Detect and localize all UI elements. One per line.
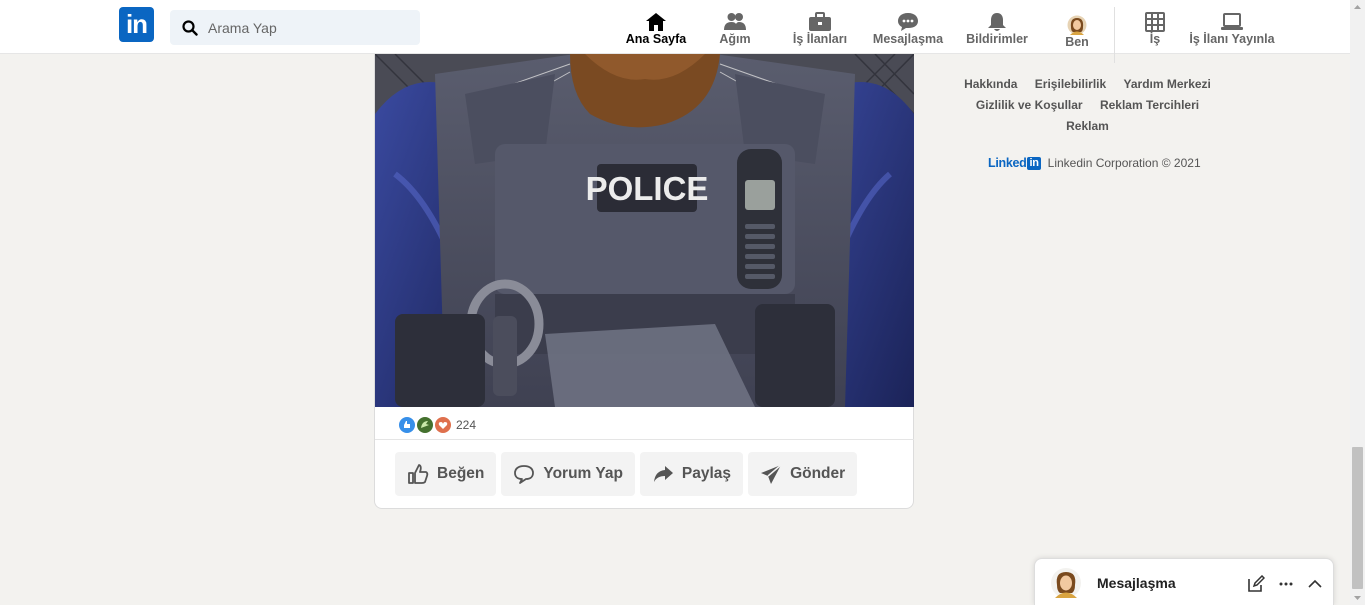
bell-icon xyxy=(988,13,1006,31)
footer-link-accessibility[interactable]: Erişilebilirlik xyxy=(1035,77,1106,91)
feed-post: POLICE 224 Beğen Yorum Yap Paylaş Gönder xyxy=(374,54,914,509)
celebrate-reaction-icon xyxy=(417,417,433,433)
nav-divider xyxy=(1114,7,1115,63)
nav-home-label: Ana Sayfa xyxy=(625,32,687,46)
nav-network[interactable]: Ağım xyxy=(712,12,758,52)
messaging-dock[interactable]: Mesajlaşma xyxy=(1034,558,1334,605)
compose-icon[interactable] xyxy=(1247,575,1265,593)
footer-link-privacy-terms[interactable]: Gizlilik ve Koşullar xyxy=(976,98,1083,112)
like-reaction-icon xyxy=(399,417,415,433)
send-icon xyxy=(761,464,782,484)
messaging-icon xyxy=(898,13,918,31)
nav-post-job-label: İş İlanı Yayınla xyxy=(1189,32,1275,46)
police-illustration: POLICE xyxy=(375,54,914,407)
post-divider xyxy=(375,439,914,440)
share-icon xyxy=(653,466,673,482)
nav-jobs-label: İş İlanları xyxy=(792,32,848,46)
nav-network-label: Ağım xyxy=(719,32,751,46)
home-icon xyxy=(646,13,666,31)
avatar xyxy=(1067,15,1087,35)
chevron-up-icon[interactable] xyxy=(1306,575,1324,593)
laptop-icon xyxy=(1221,13,1243,30)
nav-home[interactable]: Ana Sayfa xyxy=(622,12,690,52)
top-navbar: in Ana Sayfa Ağım İş İlanları xyxy=(0,0,1350,63)
nav-post-job[interactable]: İş İlanı Yayınla xyxy=(1186,12,1278,52)
footer-links: Hakkında Erişilebilirlik Yardım Merkezi … xyxy=(940,74,1235,137)
nav-work[interactable]: İş xyxy=(1140,12,1170,52)
nav-work-label: İş xyxy=(1149,32,1161,46)
footer-link-help-center[interactable]: Yardım Merkezi xyxy=(1124,77,1211,91)
reaction-count[interactable]: 224 xyxy=(456,418,476,432)
footer-link-advertising[interactable]: Reklam xyxy=(1066,119,1109,133)
like-icon xyxy=(408,464,429,484)
linkedin-logo[interactable]: in xyxy=(119,7,154,42)
briefcase-icon xyxy=(809,12,831,31)
wordmark-box: in xyxy=(1027,156,1041,170)
more-icon[interactable] xyxy=(1277,575,1295,593)
post-actions: Beğen Yorum Yap Paylaş Gönder xyxy=(395,452,862,496)
grid-icon xyxy=(1145,12,1165,32)
reactions-summary[interactable]: 224 xyxy=(399,415,476,435)
copyright-text: Linkedin Corporation © 2021 xyxy=(1047,156,1201,170)
messaging-title[interactable]: Mesajlaşma xyxy=(1097,575,1176,591)
footer-link-about[interactable]: Hakkında xyxy=(964,77,1017,91)
love-reaction-icon xyxy=(435,417,451,433)
send-button[interactable]: Gönder xyxy=(748,452,858,496)
linkedin-wordmark: Linked in xyxy=(988,156,1041,170)
police-patch-text: POLICE xyxy=(586,170,709,207)
nav-jobs[interactable]: İş İlanları xyxy=(788,12,852,52)
search-box[interactable] xyxy=(170,10,420,45)
nav-messaging[interactable]: Mesajlaşma xyxy=(870,12,946,52)
comment-icon xyxy=(514,465,535,484)
share-label: Paylaş xyxy=(681,465,732,482)
network-icon xyxy=(724,13,746,30)
post-image[interactable]: POLICE xyxy=(375,54,914,407)
like-button[interactable]: Beğen xyxy=(395,452,497,496)
nav-me-label: Ben xyxy=(1065,35,1089,49)
avatar[interactable] xyxy=(1051,568,1081,598)
nav-notifications[interactable]: Bildirimler xyxy=(962,12,1032,52)
share-button[interactable]: Paylaş xyxy=(639,452,744,496)
search-icon xyxy=(182,20,198,36)
nav-notifications-label: Bildirimler xyxy=(966,32,1028,46)
comment-button[interactable]: Yorum Yap xyxy=(501,452,635,496)
nav-messaging-label: Mesajlaşma xyxy=(872,32,944,46)
page-scrollbar[interactable] xyxy=(1350,0,1365,605)
footer-link-ad-choices[interactable]: Reklam Tercihleri xyxy=(1100,98,1199,112)
like-label: Beğen xyxy=(437,465,485,482)
footer-brand: Linked in Linkedin Corporation © 2021 xyxy=(988,156,1201,170)
send-label: Gönder xyxy=(790,465,846,482)
scrollbar-thumb[interactable] xyxy=(1352,447,1363,589)
wordmark-text: Linked xyxy=(988,156,1027,170)
comment-label: Yorum Yap xyxy=(543,465,623,482)
scroll-up-arrow-icon[interactable] xyxy=(1350,0,1365,15)
nav-me[interactable]: Ben xyxy=(1058,15,1096,55)
scroll-down-arrow-icon[interactable] xyxy=(1350,590,1365,605)
search-input[interactable] xyxy=(208,10,408,45)
